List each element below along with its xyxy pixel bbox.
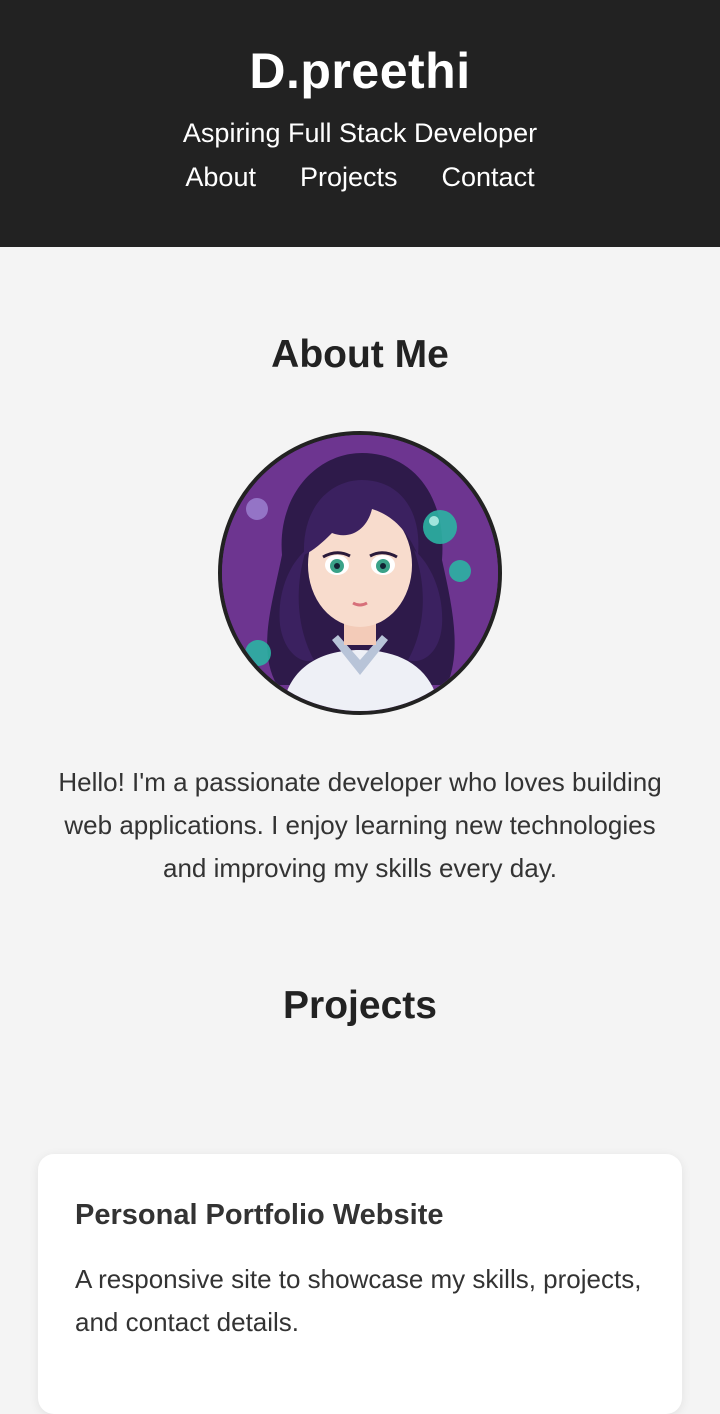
projects-section: Projects Personal Portfolio Website A re… (0, 890, 720, 1414)
avatar-illustration-icon (222, 435, 498, 711)
main-nav: About Projects Contact (0, 160, 720, 194)
site-title: D.preethi (249, 43, 471, 99)
profile-avatar (218, 431, 502, 715)
site-header: D.preethi Aspiring Full Stack Developer … (0, 0, 720, 247)
about-heading: About Me (271, 333, 449, 376)
nav-link-about[interactable]: About (185, 160, 256, 194)
project-title: Personal Portfolio Website (75, 1199, 444, 1231)
nav-link-contact[interactable]: Contact (442, 160, 535, 194)
project-card: Personal Portfolio Website A responsive … (38, 1154, 682, 1414)
projects-list: Personal Portfolio Website A responsive … (0, 1030, 720, 1414)
about-section: About Me Hello! I'm a passionate develop… (0, 247, 720, 890)
about-text: Hello! I'm a passionate developer who lo… (58, 767, 662, 883)
project-description: A responsive site to showcase my skills,… (75, 1264, 642, 1337)
nav-link-projects[interactable]: Projects (300, 160, 398, 194)
site-tagline: Aspiring Full Stack Developer (182, 118, 538, 148)
projects-heading: Projects (283, 984, 437, 1027)
